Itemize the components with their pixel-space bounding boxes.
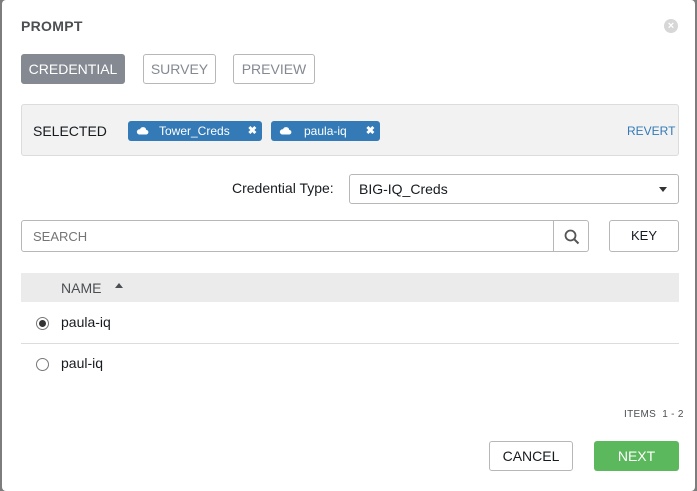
search-input[interactable] bbox=[21, 220, 554, 252]
tab-preview[interactable]: PREVIEW bbox=[233, 54, 315, 84]
row-radio[interactable] bbox=[36, 358, 49, 371]
selected-credentials-panel: SELECTED Tower_Creds ✖ paula-iq ✖ REVERT bbox=[21, 104, 679, 156]
revert-link[interactable]: REVERT bbox=[627, 124, 675, 138]
row-name: paula-iq bbox=[61, 314, 111, 330]
next-button[interactable]: NEXT bbox=[594, 441, 679, 471]
search-icon bbox=[564, 229, 580, 250]
cancel-button[interactable]: CANCEL bbox=[489, 441, 573, 471]
remove-chip-icon[interactable]: ✖ bbox=[248, 121, 257, 141]
remove-chip-icon[interactable]: ✖ bbox=[366, 121, 375, 141]
credential-type-value: BIG-IQ_Creds bbox=[359, 181, 448, 197]
credential-chip: paula-iq ✖ bbox=[271, 121, 380, 141]
table-row[interactable]: paul-iq bbox=[21, 344, 679, 384]
sort-ascending-icon[interactable] bbox=[115, 283, 123, 288]
tab-survey[interactable]: SURVEY bbox=[143, 54, 216, 84]
table-header: NAME bbox=[21, 273, 679, 302]
close-icon[interactable]: × bbox=[664, 19, 678, 33]
prompt-modal: PROMPT × CREDENTIAL SURVEY PREVIEW SELEC… bbox=[2, 0, 695, 491]
credential-type-select[interactable]: BIG-IQ_Creds bbox=[349, 174, 679, 204]
caret-down-icon bbox=[659, 187, 667, 192]
cloud-icon bbox=[136, 121, 149, 147]
credential-type-label: Credential Type: bbox=[232, 180, 334, 196]
row-name: paul-iq bbox=[61, 355, 104, 371]
items-count: ITEMS 1 - 2 bbox=[624, 409, 684, 420]
key-button[interactable]: KEY bbox=[609, 220, 679, 252]
modal-title: PROMPT bbox=[21, 18, 83, 34]
table-row[interactable]: paula-iq bbox=[21, 303, 679, 344]
column-header-name[interactable]: NAME bbox=[61, 280, 101, 296]
row-radio[interactable] bbox=[36, 317, 49, 330]
chip-label: paula-iq bbox=[304, 124, 347, 138]
tab-credential[interactable]: CREDENTIAL bbox=[21, 54, 125, 84]
selected-label: SELECTED bbox=[33, 123, 107, 139]
cloud-icon bbox=[279, 121, 292, 147]
chip-label: Tower_Creds bbox=[159, 124, 230, 138]
search-button[interactable] bbox=[553, 220, 589, 252]
credential-chip: Tower_Creds ✖ bbox=[128, 121, 262, 141]
